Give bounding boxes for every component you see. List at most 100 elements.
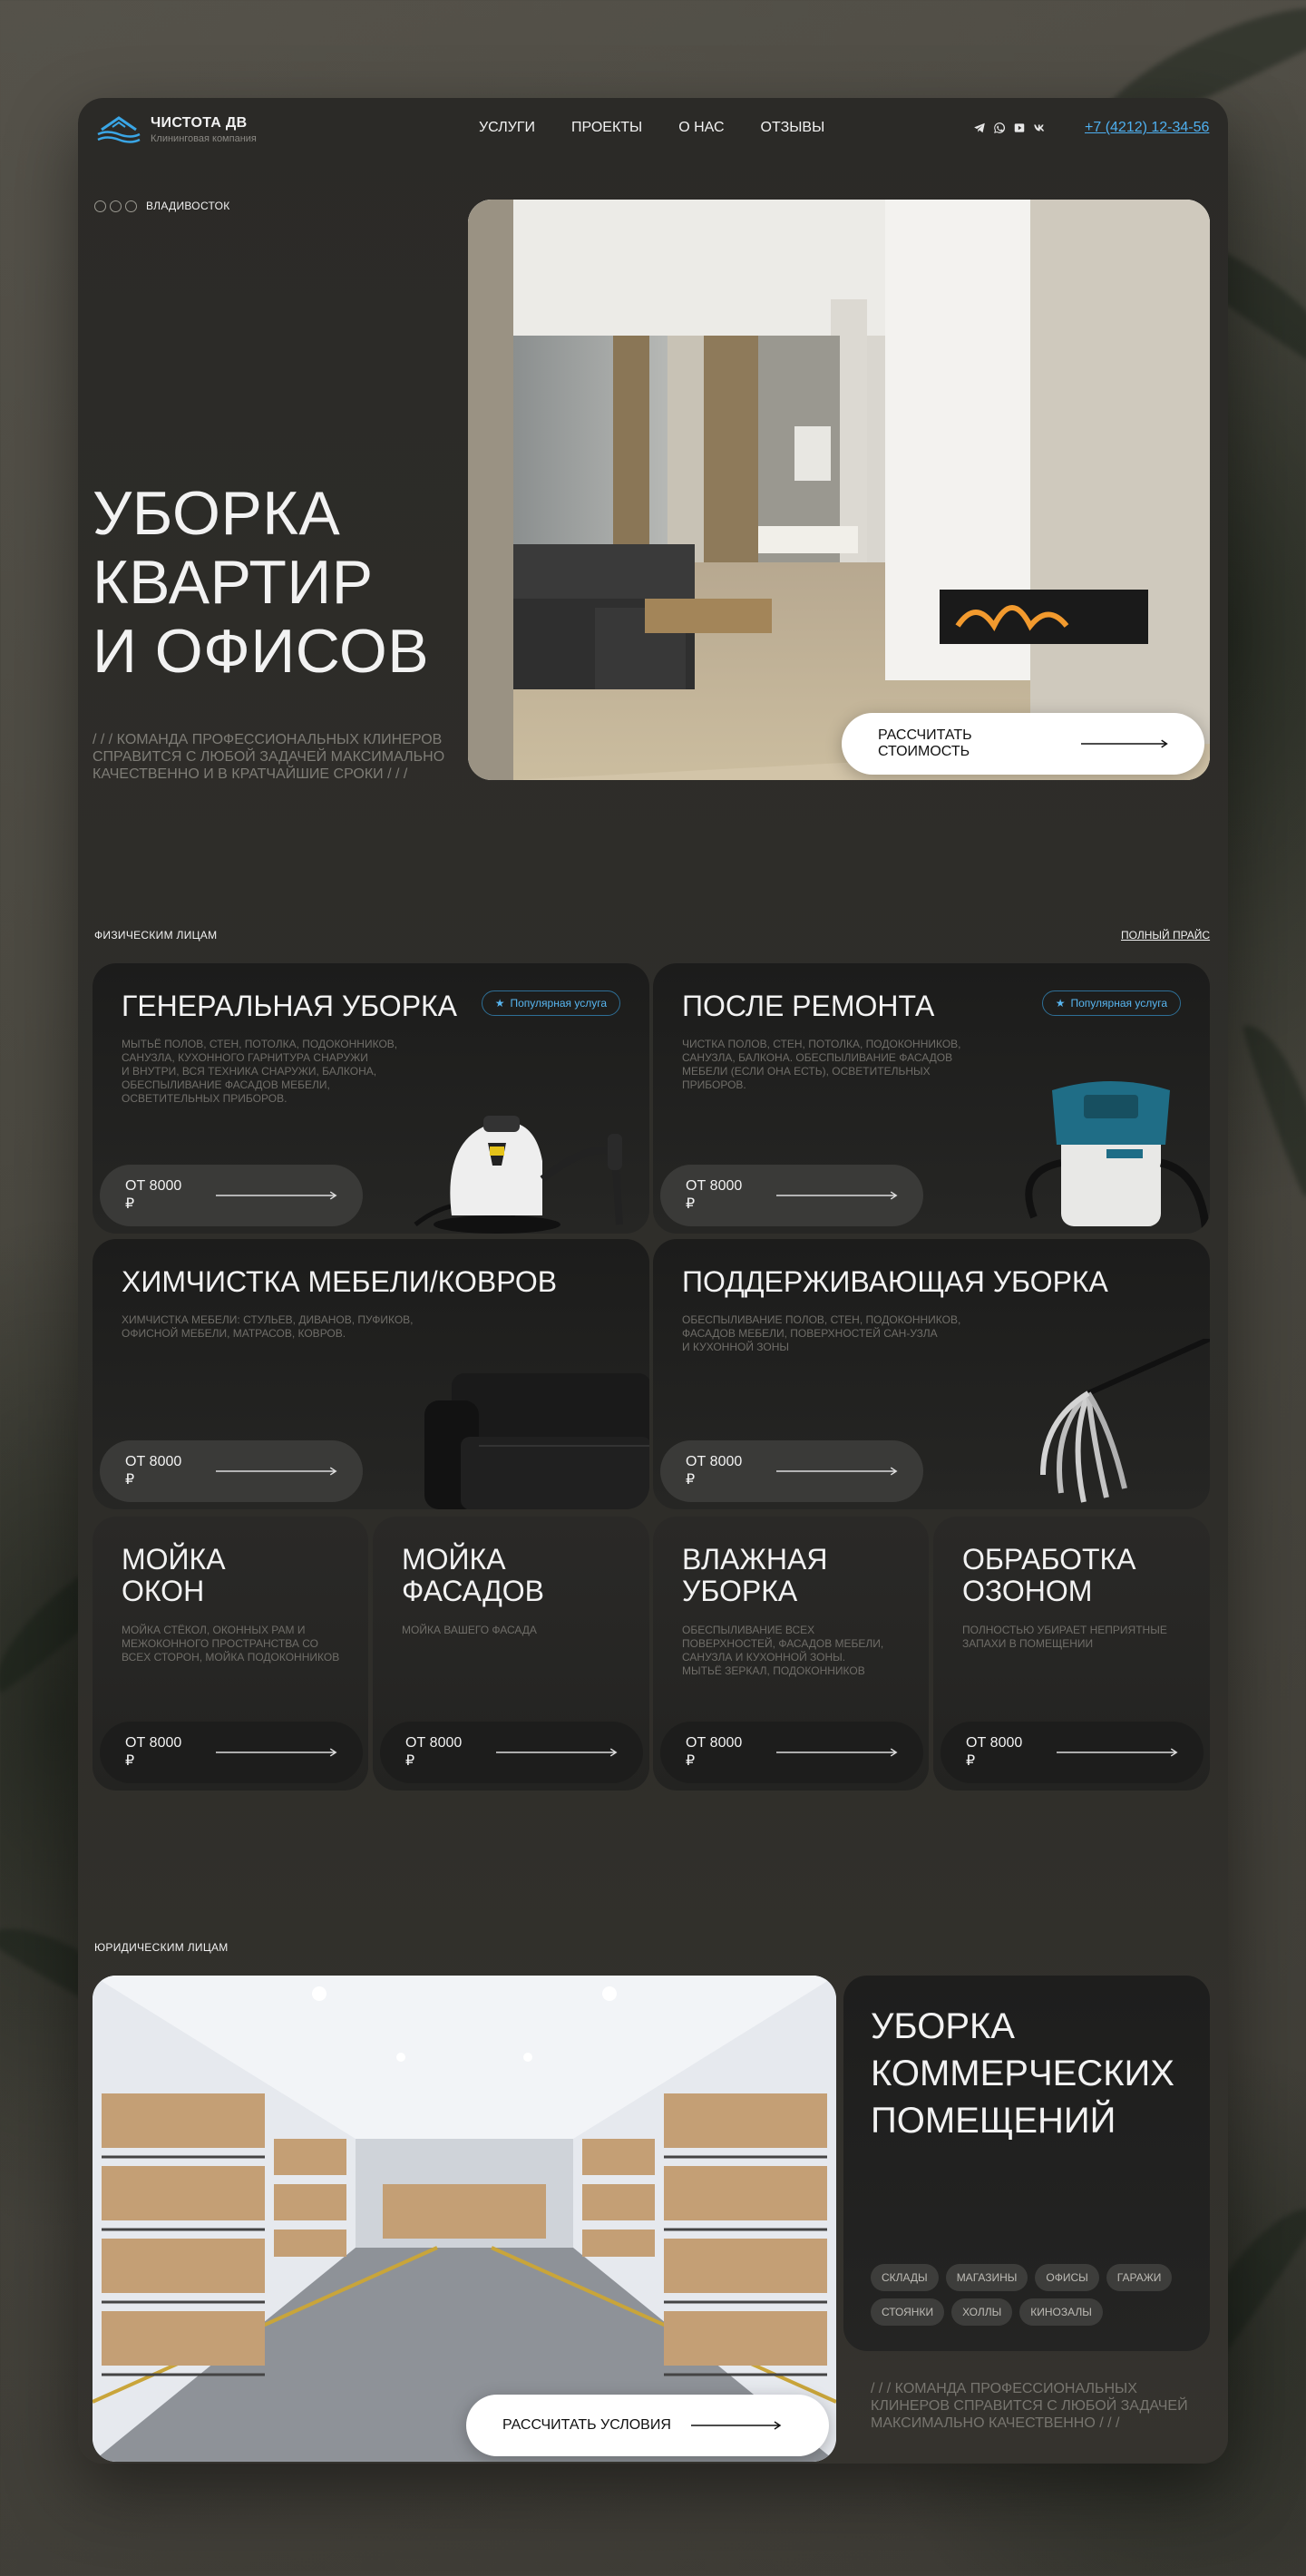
leather-sofa-image	[424, 1373, 649, 1509]
house-wave-logo-icon	[97, 116, 141, 143]
service-desc: МЫТЬЁ ПОЛОВ, СТЕН, ПОТОЛКА, ПОДОКОННИКОВ…	[122, 1038, 398, 1105]
arrow-right-icon	[215, 1748, 337, 1757]
service-price: ОТ 8000 ₽	[966, 1735, 1023, 1769]
tag-garages[interactable]: ГАРАЖИ	[1106, 2264, 1173, 2291]
service-title: ВЛАЖНАЯ УБОРКА	[682, 1543, 828, 1607]
full-price-link[interactable]: ПОЛНЫЙ ПРАЙС	[1121, 929, 1210, 942]
hero-subtitle: / / / КОМАНДА ПРОФЕССИОНАЛЬНЫХ КЛИНЕРОВ …	[93, 732, 445, 782]
section-label-business: ЮРИДИЧЕСКИМ ЛИЦАМ	[94, 1941, 229, 1954]
vacuum-cleaner-image	[1025, 1081, 1210, 1234]
popular-badge-label: Популярная услуга	[510, 997, 608, 1010]
service-desc: ОБЕСПЫЛИВАНИЕ ВСЕХ ПОВЕРХНОСТЕЙ, ФАСАДОВ…	[682, 1624, 884, 1677]
star-icon: ★	[494, 997, 505, 1010]
service-card-ozone[interactable]: ОБРАБОТКА ОЗОНОМ ПОЛНОСТЬЮ УБИРАЕТ НЕПРИ…	[933, 1517, 1210, 1791]
tag-halls[interactable]: ХОЛЛЫ	[951, 2298, 1013, 2326]
commercial-title: УБОРКА КОММЕРЧЕСКИХ ПОМЕЩЕНИЙ	[871, 2006, 1174, 2141]
service-title: ПОСЛЕ РЕМОНТА	[682, 990, 935, 1022]
city-label: ВЛАДИВОСТОК	[94, 200, 230, 212]
hero-title: УБОРКА КВАРТИР И ОФИСОВ	[93, 479, 430, 686]
social-links	[973, 122, 1046, 134]
service-price-button[interactable]: ОТ 8000 ₽	[100, 1440, 363, 1502]
nav-reviews[interactable]: ОТЗЫВЫ	[761, 120, 825, 136]
service-price-button[interactable]: ОТ 8000 ₽	[660, 1722, 923, 1783]
service-price: ОТ 8000 ₽	[686, 1178, 743, 1212]
brand-title: ЧИСТОТА ДВ	[151, 115, 248, 131]
service-price-button[interactable]: ОТ 8000 ₽	[100, 1722, 363, 1783]
service-card-windows[interactable]: МОЙКА ОКОН МОЙКА СТЁКОЛ, ОКОННЫХ РАМ И М…	[93, 1517, 368, 1791]
tag-warehouses[interactable]: СКЛАДЫ	[871, 2264, 939, 2291]
arrow-right-icon	[1056, 1748, 1178, 1757]
section-label-individuals: ФИЗИЧЕСКИМ ЛИЦАМ	[94, 929, 218, 942]
service-price: ОТ 8000 ₽	[125, 1454, 182, 1488]
warehouse-photo: РАССЧИТАТЬ УСЛОВИЯ	[93, 1976, 836, 2462]
service-desc: МОЙКА ВАШЕГО ФАСАДА	[402, 1624, 537, 1636]
header: ЧИСТОТА ДВ Клининговая компания УСЛУГИ П…	[78, 98, 1228, 161]
service-price-button[interactable]: ОТ 8000 ₽	[941, 1722, 1204, 1783]
popular-badge: ★ Популярная услуга	[1041, 990, 1181, 1016]
service-price: ОТ 8000 ₽	[686, 1735, 743, 1769]
city-name: ВЛАДИВОСТОК	[146, 200, 230, 212]
service-price-button[interactable]: ОТ 8000 ₽	[100, 1165, 363, 1226]
calc-cost-button[interactable]: РАССЧИТАТЬ СТОИМОСТЬ	[842, 713, 1204, 775]
tag-offices[interactable]: ОФИСЫ	[1035, 2264, 1099, 2291]
circle-icon	[94, 200, 106, 212]
service-price-button[interactable]: ОТ 8000 ₽	[380, 1722, 643, 1783]
circle-icon	[110, 200, 122, 212]
service-title: МОЙКА ОКОН	[122, 1543, 226, 1607]
service-card-facades[interactable]: МОЙКА ФАСАДОВ МОЙКА ВАШЕГО ФАСАДА ОТ 800…	[373, 1517, 649, 1791]
arrow-right-icon	[215, 1467, 337, 1476]
commercial-card: УБОРКА КОММЕРЧЕСКИХ ПОМЕЩЕНИЙ СКЛАДЫ МАГ…	[843, 1976, 1210, 2351]
service-card-general[interactable]: ГЕНЕРАЛЬНАЯ УБОРКА ★ Популярная услуга М…	[93, 963, 649, 1234]
logo[interactable]: ЧИСТОТА ДВ Клининговая компания	[96, 114, 257, 145]
tag-cinemas[interactable]: КИНОЗАЛЫ	[1019, 2298, 1103, 2326]
telegram-icon[interactable]	[973, 122, 986, 134]
commercial-subtitle: / / / КОМАНДА ПРОФЕССИОНАЛЬНЫХ КЛИНЕРОВ …	[871, 2381, 1188, 2431]
palm-shadow	[1240, 1015, 1306, 1198]
arrow-right-icon	[1080, 739, 1168, 748]
service-title: ХИМЧИСТКА МЕБЕЛИ/КОВРОВ	[122, 1265, 558, 1298]
service-title: ОБРАБОТКА ОЗОНОМ	[962, 1543, 1136, 1607]
service-title: ПОДДЕРЖИВАЮЩАЯ УБОРКА	[682, 1265, 1108, 1298]
arrow-right-icon	[775, 1191, 898, 1200]
nav-about[interactable]: О НАС	[678, 120, 724, 136]
phone-link[interactable]: +7 (4212) 12-34-56	[1085, 120, 1209, 136]
calc-terms-label: РАССЧИТАТЬ УСЛОВИЯ	[502, 2417, 671, 2433]
service-price: ОТ 8000 ₽	[125, 1735, 182, 1769]
calc-cost-label: РАССЧИТАТЬ СТОИМОСТЬ	[878, 727, 972, 759]
tag-parkings[interactable]: СТОЯНКИ	[871, 2298, 945, 2326]
service-desc: ПОЛНОСТЬЮ УБИРАЕТ НЕПРИЯТНЫЕ ЗАПАХИ В ПО…	[962, 1624, 1167, 1650]
service-card-after-repair[interactable]: ПОСЛЕ РЕМОНТА ★ Популярная услуга ЧИСТКА…	[653, 963, 1210, 1234]
arrow-right-icon	[215, 1191, 337, 1200]
arrow-right-icon	[495, 1748, 618, 1757]
service-price: ОТ 8000 ₽	[405, 1735, 463, 1769]
star-icon: ★	[1055, 997, 1066, 1010]
mop-image	[1040, 1339, 1210, 1503]
steam-cleaner-image	[414, 1116, 623, 1234]
arrow-right-icon	[690, 2421, 782, 2430]
whatsapp-icon[interactable]	[993, 122, 1006, 134]
tag-shops[interactable]: МАГАЗИНЫ	[945, 2264, 1028, 2291]
service-desc: ОБЕСПЫЛИВАНИЕ ПОЛОВ, СТЕН, ПОДОКОННИКОВ,…	[682, 1313, 961, 1353]
service-price: ОТ 8000 ₽	[125, 1178, 182, 1212]
service-price-button[interactable]: ОТ 8000 ₽	[660, 1440, 923, 1502]
circle-icon	[125, 200, 137, 212]
service-title: ГЕНЕРАЛЬНАЯ УБОРКА	[122, 990, 458, 1022]
service-card-maintenance[interactable]: ПОДДЕРЖИВАЮЩАЯ УБОРКА ОБЕСПЫЛИВАНИЕ ПОЛО…	[653, 1239, 1210, 1509]
service-card-dry-cleaning[interactable]: ХИМЧИСТКА МЕБЕЛИ/КОВРОВ ХИМЧИСТКА МЕБЕЛИ…	[93, 1239, 649, 1509]
service-card-wet-cleaning[interactable]: ВЛАЖНАЯ УБОРКА ОБЕСПЫЛИВАНИЕ ВСЕХ ПОВЕРХ…	[653, 1517, 929, 1791]
commercial-tags: СКЛАДЫ МАГАЗИНЫ ОФИСЫ ГАРАЖИ СТОЯНКИ ХОЛ…	[871, 2264, 1197, 2326]
service-price: ОТ 8000 ₽	[686, 1454, 743, 1488]
calc-terms-button[interactable]: РАССЧИТАТЬ УСЛОВИЯ	[466, 2395, 829, 2456]
youtube-icon[interactable]	[1013, 122, 1026, 134]
page-frame: ЧИСТОТА ДВ Клининговая компания УСЛУГИ П…	[78, 98, 1228, 2464]
arrow-right-icon	[775, 1467, 898, 1476]
vk-icon[interactable]	[1033, 122, 1046, 134]
popular-badge: ★ Популярная услуга	[481, 990, 620, 1016]
main-nav: УСЛУГИ ПРОЕКТЫ О НАС ОТЗЫВЫ	[479, 120, 824, 136]
popular-badge-label: Популярная услуга	[1070, 997, 1168, 1010]
nav-projects[interactable]: ПРОЕКТЫ	[571, 120, 642, 136]
service-desc: ХИМЧИСТКА МЕБЕЛИ: СТУЛЬЕВ, ДИВАНОВ, ПУФИ…	[122, 1313, 414, 1340]
brand-subtitle: Клининговая компания	[151, 133, 257, 144]
service-price-button[interactable]: ОТ 8000 ₽	[660, 1165, 923, 1226]
nav-services[interactable]: УСЛУГИ	[479, 120, 535, 136]
